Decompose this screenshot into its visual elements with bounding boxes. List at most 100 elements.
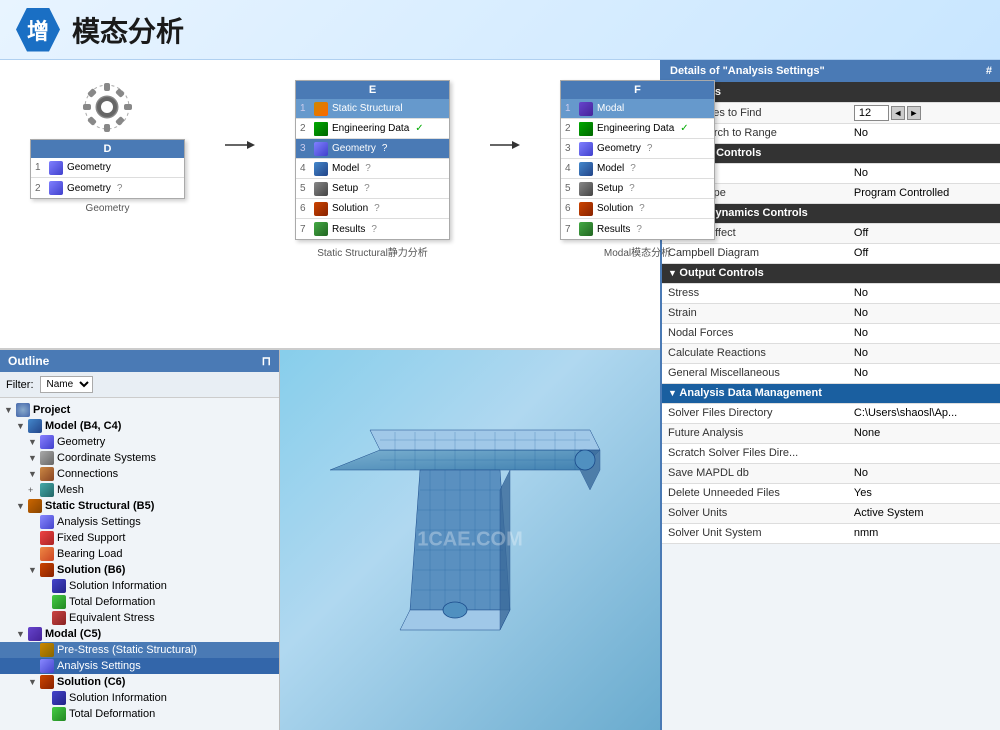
arrow-e-f: [490, 135, 520, 155]
expand-icon[interactable]: ▼: [28, 469, 40, 479]
expand-icon[interactable]: ▼: [28, 677, 40, 687]
left-panel: D 1 Geometry 2 Geometry ? G: [0, 60, 660, 730]
wf-label-d2: Geometry: [67, 183, 111, 194]
wf-box-f-header: F: [561, 81, 714, 99]
prop-value: Program Controlled: [848, 183, 1000, 203]
tree-item-model-b4-c4[interactable]: ▼ Model (B4, C4): [0, 418, 279, 434]
details-pin[interactable]: #: [986, 65, 992, 77]
workflow-box-d[interactable]: D 1 Geometry 2 Geometry ?: [30, 139, 185, 199]
tree-item-analysis-settings[interactable]: Analysis Settings: [0, 658, 279, 674]
tree-item-static-structural-b5[interactable]: ▼ Static Structural (B5): [0, 498, 279, 514]
tree-item-coordinate-systems[interactable]: ▼ Coordinate Systems: [0, 450, 279, 466]
prop-label: Solver Units: [662, 503, 848, 523]
prop-value[interactable]: ◄►: [848, 102, 1000, 123]
workflow-box-f[interactable]: F 1 Modal 2 Engineering Data ✓: [560, 80, 715, 240]
prop-value: [848, 443, 1000, 463]
tree-item-total-deformation[interactable]: Total Deformation: [0, 594, 279, 610]
wf-row-d1[interactable]: 1 Geometry: [31, 158, 184, 178]
wf-label-e6: Solution: [332, 203, 368, 214]
eng-icon-f2: [579, 122, 593, 136]
modal-icon-f1: [579, 102, 593, 116]
tree-item-geometry[interactable]: ▼Geometry: [0, 434, 279, 450]
workflow-box-e[interactable]: E 1 Static Structural 2 Engineering Data…: [295, 80, 450, 240]
tree-item-fixed-support[interactable]: Fixed Support: [0, 530, 279, 546]
wf-label-e4: Model: [332, 163, 359, 174]
tree-item-bearing-load[interactable]: Bearing Load: [0, 546, 279, 562]
wf-row-e7[interactable]: 7 Results ?: [296, 219, 449, 239]
expand-icon[interactable]: ▼: [16, 629, 28, 639]
expand-icon[interactable]: ▼: [28, 453, 40, 463]
tree-label: Static Structural (B5): [45, 500, 154, 512]
wf-row-f7[interactable]: 7 Results ?: [561, 219, 714, 239]
struct-icon-e1: [314, 102, 328, 116]
wf-label-e1: Static Structural: [332, 103, 403, 114]
expand-icon[interactable]: ▼: [4, 405, 16, 415]
expand-icon[interactable]: +: [28, 485, 40, 495]
wf-label-f1: Modal: [597, 103, 624, 114]
tree-item-solution-b6[interactable]: ▼Solution (B6): [0, 562, 279, 578]
expand-icon[interactable]: ▼: [28, 437, 40, 447]
tree-label: Model (B4, C4): [45, 420, 121, 432]
prestress-tree-icon: [40, 643, 54, 657]
wf-row-f5[interactable]: 5 Setup ?: [561, 179, 714, 199]
outline-tree: ▼Project▼Model (B4, C4)▼Geometry▼Coordin…: [0, 398, 279, 730]
expand-icon[interactable]: ▼: [28, 565, 40, 575]
tree-label: Modal (C5): [45, 628, 101, 640]
wf-row-f6[interactable]: 6 Solution ?: [561, 199, 714, 219]
details-header: Details of "Analysis Settings" #: [662, 60, 1000, 82]
tree-label: Solution Information: [69, 692, 167, 704]
expand-icon[interactable]: ▼: [16, 501, 28, 511]
wf-footer-d: Geometry: [86, 203, 130, 214]
tree-item-total-deformation[interactable]: Total Deformation: [0, 706, 279, 722]
support-tree-icon: [40, 531, 54, 545]
wf-row-e3[interactable]: 3 Geometry ?: [296, 139, 449, 159]
outline-filter: Filter: Name: [0, 372, 279, 398]
increment-button[interactable]: ►: [907, 106, 921, 120]
header-badge: 增: [16, 8, 60, 52]
tree-item-connections[interactable]: ▼Connections: [0, 466, 279, 482]
wf-footer-f: Modal模态分析: [604, 244, 671, 259]
tree-label: Solution (C6): [57, 676, 125, 688]
wf-row-f3[interactable]: 3 Geometry ?: [561, 139, 714, 159]
arrow-d-e: [225, 135, 255, 155]
tree-label: Equivalent Stress: [69, 612, 155, 624]
details-title: Details of "Analysis Settings": [670, 65, 825, 77]
geo-icon-d2: [49, 181, 63, 195]
decrement-button[interactable]: ◄: [891, 106, 905, 120]
wf-label-e2: Engineering Data: [332, 123, 409, 134]
res-icon-e7: [314, 222, 328, 236]
wf-row-d2[interactable]: 2 Geometry ?: [31, 178, 184, 198]
tree-item-solution-information[interactable]: Solution Information: [0, 578, 279, 594]
tree-item-analysis-settings[interactable]: Analysis Settings: [0, 514, 279, 530]
wf-row-f2[interactable]: 2 Engineering Data ✓: [561, 119, 714, 139]
prop-value: Yes: [848, 483, 1000, 503]
prop-label: Solver Unit System: [662, 523, 848, 543]
main-content: D 1 Geometry 2 Geometry ? G: [0, 60, 1000, 730]
tree-item-mesh[interactable]: +Mesh: [0, 482, 279, 498]
wf-row-e1[interactable]: 1 Static Structural: [296, 99, 449, 119]
filter-select[interactable]: Name: [40, 376, 93, 393]
tree-label: Coordinate Systems: [57, 452, 156, 464]
tree-item-project[interactable]: ▼Project: [0, 402, 279, 418]
wf-row-e4[interactable]: 4 Model ?: [296, 159, 449, 179]
tree-item-solution-information[interactable]: Solution Information: [0, 690, 279, 706]
max-modes-input[interactable]: [854, 105, 889, 121]
tree-item-solution-c6[interactable]: ▼ Solution (C6): [0, 674, 279, 690]
wf-row-e6[interactable]: 6 Solution ?: [296, 199, 449, 219]
setup-icon-f5: [579, 182, 593, 196]
prop-value: Active System: [848, 503, 1000, 523]
wf-label-f5: Setup: [597, 183, 623, 194]
tree-item-equivalent-stress[interactable]: Equivalent Stress: [0, 610, 279, 626]
geo-icon-d1: [49, 161, 63, 175]
wf-row-e5[interactable]: 5 Setup ?: [296, 179, 449, 199]
expand-icon[interactable]: ▼: [16, 421, 28, 431]
wf-row-e2[interactable]: 2 Engineering Data ✓: [296, 119, 449, 139]
analysis-tree-icon: [40, 515, 54, 529]
tree-item-pre-stress-static-structural[interactable]: Pre-Stress (Static Structural): [0, 642, 279, 658]
wf-row-f4[interactable]: 4 Model ?: [561, 159, 714, 179]
outline-pin-icon[interactable]: ⊓: [262, 354, 271, 368]
wf-box-e-header: E: [296, 81, 449, 99]
wf-row-f1[interactable]: 1 Modal: [561, 99, 714, 119]
wf-label-f3: Geometry: [597, 143, 641, 154]
tree-item-modal-c5[interactable]: ▼ Modal (C5): [0, 626, 279, 642]
